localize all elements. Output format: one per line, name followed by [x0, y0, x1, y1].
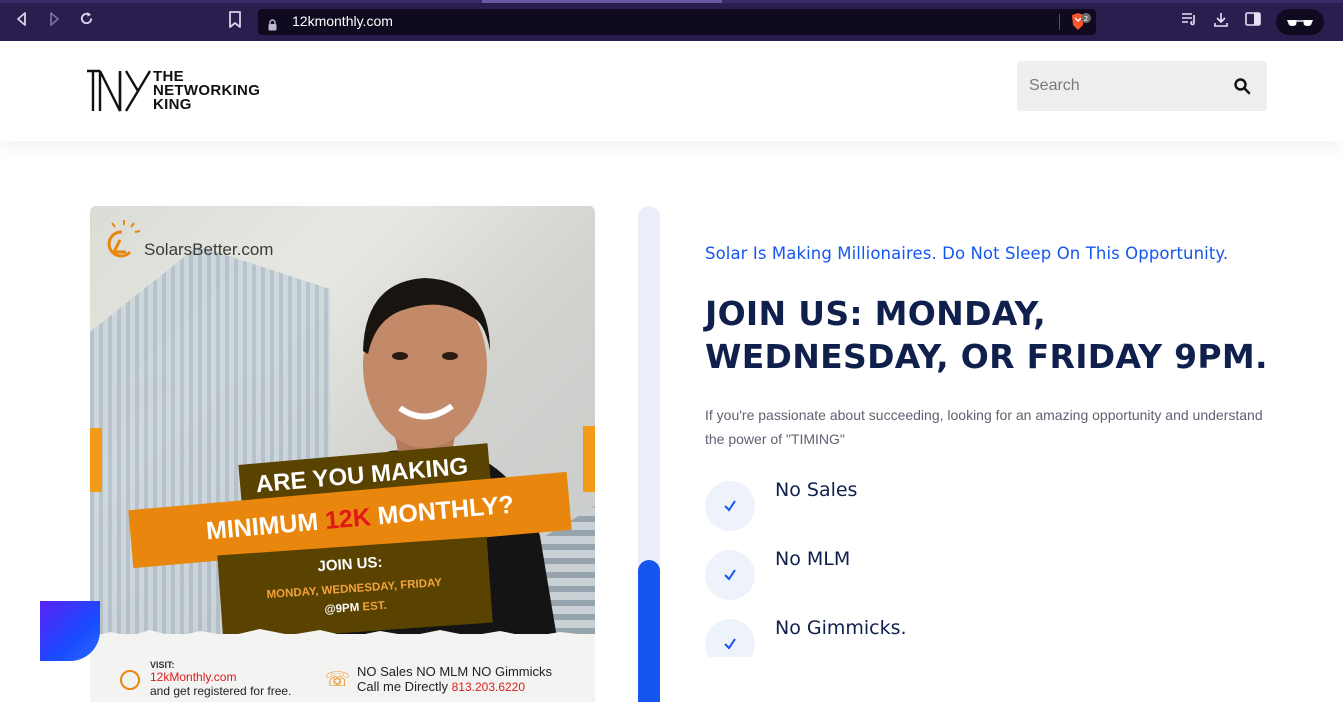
brave-shields-icon[interactable]: 2 [1070, 12, 1091, 32]
site-logo[interactable]: THE NETWORKING KING [86, 69, 286, 115]
banner-highlight: 12K [323, 503, 373, 535]
tnk-logo-icon [87, 69, 152, 112]
download-icon[interactable] [1212, 12, 1230, 30]
logo-line-3: KING [153, 96, 192, 113]
divider [1059, 14, 1060, 30]
search-icon[interactable] [1233, 77, 1251, 95]
decor-tab [90, 428, 102, 492]
title-line-2: WEDNESDAY, OR FRIDAY 9PM. [705, 337, 1268, 376]
floating-widget[interactable] [40, 601, 100, 661]
forward-icon[interactable] [44, 11, 64, 31]
tagline: Solar Is Making Millionaires. Do Not Sle… [705, 244, 1229, 263]
globe-icon [120, 670, 140, 690]
sidebar-icon[interactable] [1244, 12, 1262, 30]
search-box [1017, 61, 1267, 111]
playlist-icon[interactable] [1180, 12, 1198, 30]
search-input[interactable] [1029, 75, 1219, 97]
progress-fill [638, 559, 660, 702]
bookmark-icon[interactable] [228, 11, 244, 31]
title-line-1: JOIN US: MONDAY, [705, 294, 1047, 333]
browser-toolbar: 12kmonthly.com 2 [0, 0, 1343, 41]
benefit-label: No Sales [775, 479, 858, 501]
decor-tab [583, 426, 595, 492]
private-window-icon[interactable] [1276, 9, 1324, 35]
no-sales-line: NO Sales NO MLM NO Gimmicks [357, 664, 553, 679]
page-title: JOIN US: MONDAY, WEDNESDAY, OR FRIDAY 9P… [705, 292, 1305, 378]
check-icon [724, 569, 736, 581]
check-icon [724, 500, 736, 512]
content-clip [700, 657, 820, 702]
promo-image: SolarsBetter.com ARE YOU MAKING MINIMUM … [90, 206, 595, 702]
description: If you're passionate about succeeding, l… [705, 407, 1263, 447]
check-icon [724, 638, 736, 650]
visit-subtext: and get registered for free. [150, 684, 292, 698]
call-label: Call me Directly [357, 679, 452, 694]
active-tab-indicator [482, 0, 722, 3]
banner-timezone: EST. [358, 599, 388, 614]
phone-icon: ☏ [325, 667, 351, 691]
visit-url: 12kMonthly.com [150, 670, 237, 684]
url-text: 12kmonthly.com [292, 13, 393, 29]
call-line: Call me Directly 813.203.6220 [357, 679, 525, 694]
check-badge [705, 481, 755, 531]
benefit-label: No MLM [775, 548, 851, 570]
lock-icon [268, 16, 277, 31]
address-bar[interactable]: 12kmonthly.com 2 [258, 9, 1096, 35]
benefit-item: No MLM [705, 548, 1205, 602]
banner-time: @9PM [324, 601, 360, 617]
benefit-item: No Sales [705, 479, 1205, 533]
benefit-label: No Gimmicks. [775, 617, 907, 639]
site-header: THE NETWORKING KING [0, 41, 1343, 141]
progress-track [638, 206, 660, 702]
shield-count: 2 [1084, 15, 1088, 23]
phone-number: 813.203.6220 [451, 680, 526, 694]
check-badge [705, 550, 755, 600]
visit-label: VISIT: [150, 660, 175, 670]
reload-icon[interactable] [76, 11, 96, 31]
back-icon[interactable] [12, 11, 32, 31]
tab-strip-edge [0, 0, 1343, 3]
logo-wordmark: THE NETWORKING KING [153, 69, 260, 113]
